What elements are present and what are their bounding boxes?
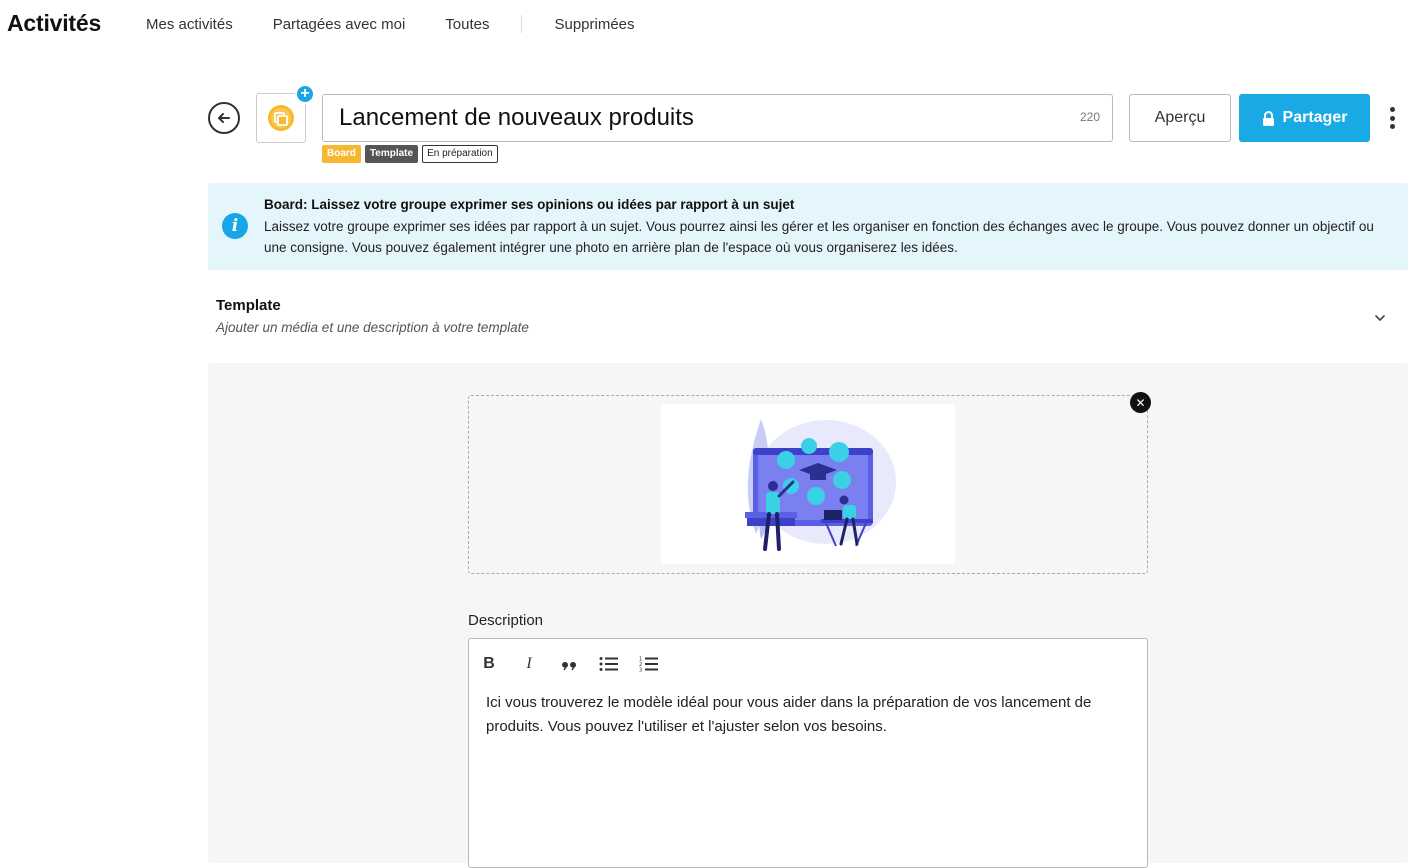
preview-button[interactable]: Aperçu [1129,94,1231,142]
description-editor[interactable]: B I 1 2 3 Ici vous trouverez le modèle i… [468,638,1148,868]
svg-text:3: 3 [639,668,642,673]
share-button[interactable]: Partager [1239,94,1370,142]
bullet-list-icon [599,657,618,671]
quote-button[interactable] [549,651,589,677]
char-counter: 220 [1079,110,1100,124]
info-text: Laissez votre groupe exprimer ses idées … [264,219,1374,255]
add-icon-button[interactable]: + [295,84,315,104]
title-input[interactable] [323,95,1063,141]
italic-button[interactable]: I [509,651,549,677]
plus-icon: + [300,85,310,102]
title-field: 220 [322,94,1113,142]
bold-button[interactable]: B [469,651,509,677]
main-nav: Mes activités Partagées avec moi Toutes … [146,15,675,33]
app-title: Activités [7,10,102,36]
italic-icon: I [526,655,532,672]
editor-toolbar: B I 1 2 3 [469,651,669,677]
quote-icon [561,661,576,670]
lock-icon [1262,110,1274,126]
activity-icon [268,105,294,131]
info-icon: i [222,213,248,239]
nav-divider [521,15,523,33]
numbered-list-button[interactable]: 1 2 3 [629,651,669,677]
tab-partagees[interactable]: Partagées avec moi [273,16,406,33]
tab-mes-activites[interactable]: Mes activités [146,16,233,33]
tab-toutes[interactable]: Toutes [445,16,489,33]
more-options-button[interactable] [1383,104,1401,132]
info-title: Board: Laissez votre groupe exprimer ses… [264,197,795,212]
template-section-title: Template [216,297,281,314]
numbered-list-icon: 1 2 3 [639,657,658,673]
remove-media-button[interactable]: ✕ [1130,392,1151,413]
template-section-subtitle: Ajouter un média et une description à vo… [216,320,529,335]
board-tag: Board [322,145,361,163]
tab-supprimees[interactable]: Supprimées [554,16,634,33]
close-icon: ✕ [1135,395,1146,410]
bold-icon: B [483,655,495,672]
template-tag: Template [364,145,419,163]
status-tag: En préparation [422,145,498,163]
chevron-down-icon[interactable] [1372,310,1388,326]
description-label: Description [468,612,544,629]
back-button[interactable] [208,102,240,134]
more-vertical-icon [1389,107,1395,112]
template-media-image [661,404,955,564]
bullet-list-button[interactable] [589,651,629,677]
share-label: Partager [1282,109,1348,126]
tags-row: Board Template En préparation [322,145,498,163]
info-banner: i Board: Laissez votre groupe exprimer s… [208,183,1408,270]
description-text[interactable]: Ici vous trouverez le modèle idéal pour … [486,691,1126,739]
back-arrow-icon [218,113,230,123]
